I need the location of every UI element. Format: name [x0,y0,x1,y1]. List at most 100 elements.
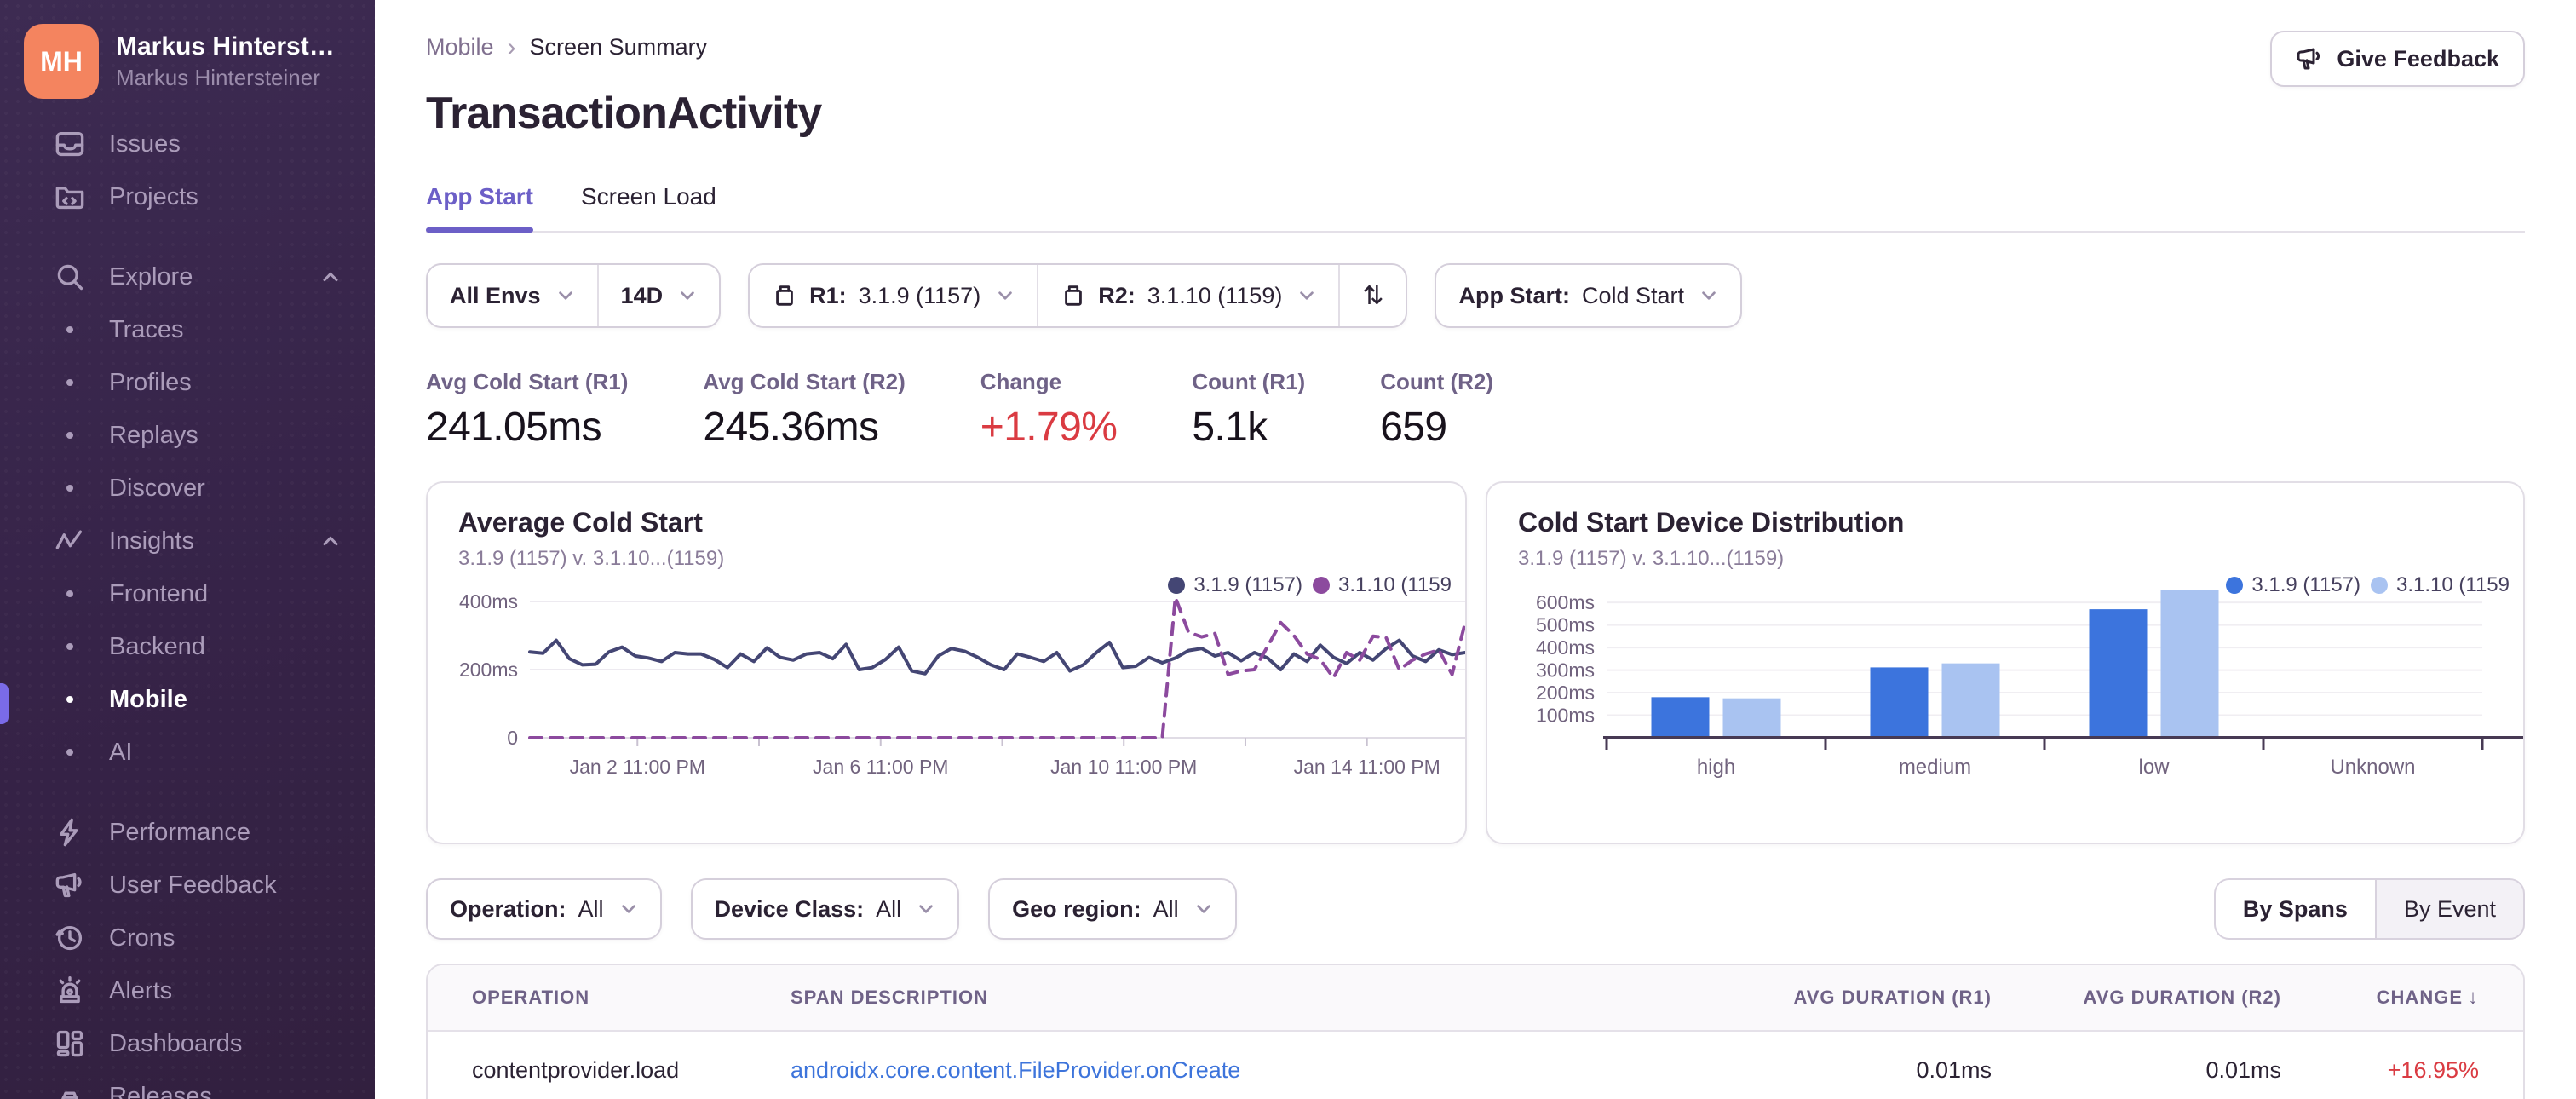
sidebar-item-crons[interactable]: Crons [0,912,375,964]
environment-filter[interactable]: All Envs [428,265,597,326]
give-feedback-button[interactable]: Give Feedback [2270,31,2525,87]
legend-dot-icon [2226,577,2244,594]
app-start-label: App Start: [1458,282,1570,308]
geo-region-value: All [1153,895,1179,922]
legend-item-r1[interactable]: 3.1.9 (1157) [1168,573,1302,597]
sidebar-item-releases[interactable]: Releases [0,1070,375,1099]
line-chart[interactable]: 0 200ms 400ms Jan 2 11:00 PM Jan 6 11:00 PM J… [458,574,1467,789]
cell-avg-duration-r2: 0.01ms [2205,1056,2281,1083]
date-range-filter[interactable]: 14D [599,265,720,326]
span-link[interactable]: androidx.core.content.FileProvider.onCre… [791,1057,1240,1083]
sidebar-item-ai[interactable]: AI [0,726,375,779]
active-nav-accent [0,683,9,724]
sidebar-item-explore[interactable]: Explore [0,250,375,303]
sidebar-item-alerts[interactable]: Alerts [0,964,375,1017]
view-toggle: By Spans By Event [2213,878,2525,940]
chart-title: Cold Start Device Distribution [1517,507,1905,538]
tab-app-start[interactable]: App Start [426,183,533,233]
svg-text:300ms: 300ms [1536,659,1595,682]
svg-text:200ms: 200ms [1536,682,1595,704]
svg-text:Jan 10 11:00 PM: Jan 10 11:00 PM [1050,756,1197,778]
megaphone-icon [2296,45,2323,72]
user-subtitle: Markus Hintersteiner [116,64,320,90]
sidebar-item-performance[interactable]: Performance [0,806,375,859]
env-period-filter-group: All Envs 14D [426,263,722,328]
stat-label: Count (R1) [1192,369,1306,394]
chevron-up-icon [320,267,341,287]
breadcrumb: Mobile › Screen Summary [426,34,2525,60]
sidebar-item-label: Replays [109,421,198,449]
sidebar-item-mobile[interactable]: Mobile [0,673,375,726]
sidebar-item-backend[interactable]: Backend [0,620,375,673]
chevron-down-icon [678,286,697,305]
breadcrumb-mobile[interactable]: Mobile [426,34,494,60]
chart-title: Average Cold Start [458,507,703,538]
col-change[interactable]: Change ↓ [2281,986,2479,1010]
stat-value: 5.1k [1192,405,1268,450]
search-icon [55,262,85,292]
sidebar-item-label: Profiles [109,368,192,396]
operation-filter[interactable]: Operation: All [428,880,660,938]
by-event-toggle[interactable]: By Event [2377,880,2523,938]
device-class-value: All [876,895,902,922]
stat-value: +1.79% [980,405,1118,450]
sidebar-item-label: Issues [109,129,181,158]
app-start-type-filter[interactable]: App Start: Cold Start [1436,265,1740,326]
col-avg-duration-r1[interactable]: Avg Duration (R1) [1668,987,1992,1009]
megaphone-icon [55,870,85,900]
org-user-switcher[interactable]: MH Markus Hinterst… Markus Hintersteiner [0,0,375,99]
legend-item-r1[interactable]: 3.1.9 (1157) [2226,573,2360,597]
chevron-down-icon [1297,286,1316,305]
svg-text:400ms: 400ms [1536,636,1595,659]
geo-region-label: Geo region: [1012,895,1141,922]
col-span-description[interactable]: Span Description [791,987,1668,1009]
by-spans-toggle[interactable]: By Spans [2215,880,2377,938]
stat-value: 241.05ms [426,405,602,450]
user-name: Markus Hinterst… [116,32,335,60]
chart-legend: 3.1.9 (1157) 3.1.10 (1159 [1168,573,1452,597]
date-range-value: 14D [620,282,664,308]
sidebar-item-projects[interactable]: Projects [0,170,375,223]
breadcrumb-screen-summary: Screen Summary [529,34,708,60]
chevron-down-icon [1194,900,1213,918]
sidebar-item-dashboards[interactable]: Dashboards [0,1017,375,1070]
col-avg-duration-r2[interactable]: Avg Duration (R2) [1992,987,2281,1009]
stat-label: Avg Cold Start (R1) [426,369,629,394]
release-1-selector[interactable]: R1: 3.1.9 (1157) [750,265,1037,326]
sidebar-item-user-feedback[interactable]: User Feedback [0,859,375,912]
table-header-row: Operation Span Description Avg Duration … [428,965,2523,1032]
stat-count-r2: Count (R2) 659 [1380,369,1493,451]
sidebar-item-discover[interactable]: Discover [0,462,375,515]
sidebar-item-frontend[interactable]: Frontend [0,567,375,620]
device-class-filter-group: Device Class: All [690,878,960,940]
swap-releases-button[interactable]: ⇅ [1340,265,1406,326]
sidebar-item-label: Projects [109,182,198,210]
release-1-value: 3.1.9 (1157) [858,282,981,308]
secondary-filter-row: Operation: All Device Class: All Geo reg… [426,878,2525,940]
swap-arrows-icon: ⇅ [1362,281,1384,310]
bullet-icon [66,326,73,333]
legend-label: 3.1.10 (1159 [2396,573,2510,596]
sidebar-item-issues[interactable]: Issues [0,118,375,170]
release-2-selector[interactable]: R2: 3.1.10 (1159) [1038,265,1338,326]
sidebar-item-insights[interactable]: Insights [0,515,375,567]
sidebar-item-replays[interactable]: Replays [0,409,375,462]
bar-chart[interactable]: 100ms200ms300ms400ms500ms600ms high medium… [1518,574,2525,789]
sidebar-item-profiles[interactable]: Profiles [0,356,375,409]
svg-text:Jan 14 11:00 PM: Jan 14 11:00 PM [1294,756,1440,778]
legend-dot-icon [1168,577,1186,594]
tab-screen-load[interactable]: Screen Load [581,183,716,231]
sidebar-item-traces[interactable]: Traces [0,303,375,356]
bullet-icon [66,432,73,439]
stat-count-r1: Count (R1) 5.1k [1192,369,1305,451]
stat-label: Count (R2) [1380,369,1494,394]
geo-region-filter[interactable]: Geo region: All [990,880,1235,938]
chevron-up-icon [320,531,341,551]
sidebar-item-label: Explore [109,262,193,291]
col-operation[interactable]: Operation [472,987,791,1009]
legend-item-r2[interactable]: 3.1.10 (1159 [2371,573,2510,597]
legend-item-r2[interactable]: 3.1.10 (1159 [1312,573,1452,597]
chevron-down-icon [917,900,935,918]
svg-text:600ms: 600ms [1536,591,1595,613]
device-class-filter[interactable]: Device Class: All [693,880,958,938]
